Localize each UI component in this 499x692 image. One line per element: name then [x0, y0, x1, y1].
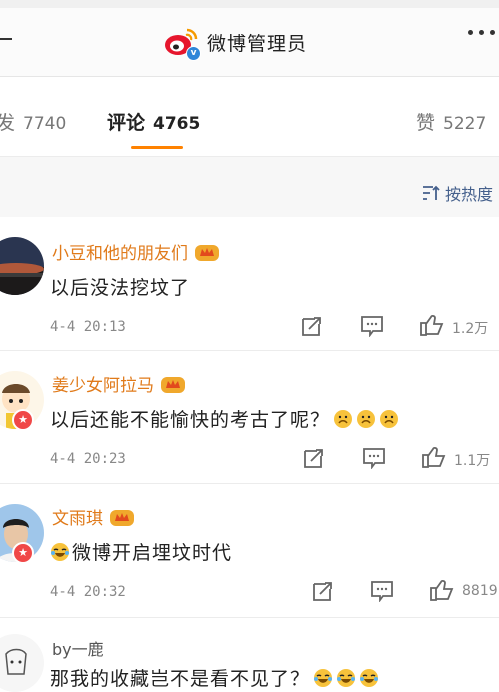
laugh-cry-emoji-icon — [337, 668, 356, 687]
vip-crown-icon — [110, 509, 134, 526]
top-bar: v 微博管理员 — [0, 0, 499, 77]
page-title: 微博管理员 — [207, 32, 308, 55]
like-icon[interactable] — [419, 313, 445, 337]
avatar[interactable] — [0, 237, 44, 295]
tab-bar: 发 7740 评论 4765 赞 5227 — [0, 96, 499, 156]
comment-text: 微博开启埋坟时代 — [50, 538, 232, 565]
like-count: 1.1万 — [454, 453, 491, 469]
comment-item: by一鹿 那我的收藏岂不是看不见了？ — [0, 618, 499, 692]
vip-crown-icon — [195, 244, 219, 261]
sad-emoji-icon — [357, 409, 376, 428]
sort-button[interactable]: 按热度 — [421, 181, 493, 205]
tab-like[interactable]: 赞 5227 — [416, 108, 486, 135]
status-bar — [0, 0, 499, 8]
comment-username[interactable]: 文雨琪 — [52, 504, 135, 529]
laugh-cry-emoji-icon — [314, 668, 333, 687]
like-icon[interactable] — [429, 578, 455, 602]
verified-badge-icon: ★ — [12, 409, 34, 431]
weibo-logo-icon: v — [163, 25, 201, 61]
like-icon[interactable] — [421, 445, 447, 469]
comment-text: 以后没法挖坟了 — [50, 277, 191, 299]
verified-icon: v — [186, 46, 201, 61]
sort-label: 按热度 — [444, 185, 493, 204]
more-icon[interactable] — [468, 30, 495, 35]
repost-icon[interactable] — [311, 580, 335, 602]
verified-badge-icon: ★ — [12, 542, 34, 564]
comment-icon[interactable] — [360, 315, 384, 337]
tab-comment[interactable]: 评论 4765 — [107, 108, 200, 135]
like-count: 1.2万 — [452, 321, 489, 337]
comment-icon[interactable] — [362, 447, 386, 469]
header-title-group[interactable]: v 微博管理员 — [163, 24, 308, 61]
laugh-cry-emoji-icon — [51, 542, 69, 561]
comment-item: ★ 文雨琪 微博开启埋坟时代 4-4 20:32 8819 — [0, 484, 499, 618]
tab-repost[interactable]: 发 7740 — [0, 108, 66, 135]
comment-time: 4-4 20:23 — [50, 451, 126, 467]
comment-item: ★ 姜少女阿拉马 以后还能不能愉快的考古了呢？ 4-4 20:23 1.1万 — [0, 351, 499, 484]
active-tab-indicator — [131, 146, 183, 149]
comment-time: 4-4 20:32 — [50, 584, 126, 600]
comment-time: 4-4 20:13 — [50, 319, 126, 335]
comment-username[interactable]: 姜少女阿拉马 — [52, 371, 186, 396]
comment-text: 那我的收藏岂不是看不见了？ — [50, 664, 379, 691]
comment-username[interactable]: 小豆和他的朋友们 — [52, 239, 220, 264]
comment-text: 以后还能不能愉快的考古了呢？ — [50, 405, 399, 432]
like-count: 8819 — [462, 583, 498, 599]
sort-icon — [422, 185, 440, 200]
sad-emoji-icon — [380, 409, 399, 428]
sort-bar: 按热度 — [0, 156, 499, 217]
repost-icon[interactable] — [300, 315, 324, 337]
repost-icon[interactable] — [302, 447, 326, 469]
comment-username[interactable]: by一鹿 — [52, 636, 104, 660]
back-icon[interactable] — [0, 38, 12, 40]
avatar[interactable] — [0, 634, 44, 692]
laugh-cry-emoji-icon — [360, 668, 379, 687]
comment-icon[interactable] — [370, 580, 394, 602]
vip-crown-icon — [161, 376, 185, 393]
comment-item: 小豆和他的朋友们 以后没法挖坟了 4-4 20:13 1.2万 — [0, 217, 499, 351]
sad-emoji-icon — [334, 409, 353, 428]
